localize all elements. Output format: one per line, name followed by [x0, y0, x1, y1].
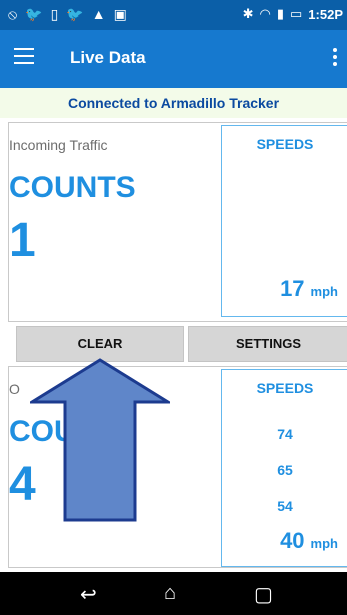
twitter-icon: 🐦	[66, 6, 84, 22]
recents-icon[interactable]: ▢	[254, 582, 273, 607]
wifi-icon: ◠	[259, 6, 271, 21]
status-right-icons: ✱ ◠ ▮ ▭ 1:52P	[243, 6, 343, 22]
annotation-arrow	[30, 358, 170, 522]
image-icon: ▣	[113, 6, 127, 22]
twitter-icon: 🐦	[25, 6, 43, 22]
speeds-box: SPEEDS 74 65 54 40 mph	[221, 369, 347, 567]
current-speed: 17 mph	[280, 276, 338, 301]
status-bar: ⦸ 🐦 ▯ 🐦 ▲ ▣ ✱ ◠ ▮ ▭ 1:52P	[0, 0, 347, 30]
warning-icon: ▲	[91, 6, 106, 22]
speeds-title: SPEEDS	[256, 136, 314, 152]
action-buttons: CLEAR SETTINGS	[16, 326, 347, 362]
phone-icon: ▯	[50, 6, 59, 22]
app-bar: Live Data	[0, 30, 347, 88]
current-speed: 40 mph	[280, 528, 338, 553]
home-icon[interactable]: ⌂	[164, 582, 176, 605]
more-vert-icon[interactable]	[333, 48, 337, 66]
speed-history-item: 74	[277, 426, 293, 442]
speeds-title: SPEEDS	[256, 380, 314, 396]
counts-label: COUNTS	[9, 171, 136, 204]
speed-history-item: 54	[277, 498, 293, 514]
signal-icon: ▮	[276, 6, 284, 21]
connection-banner: Connected to Armadillo Tracker	[0, 88, 347, 118]
speed-history-item: 65	[277, 462, 293, 478]
bluetooth-icon: ✱	[242, 6, 254, 21]
incoming-traffic-label: Incoming Traffic	[9, 137, 108, 153]
speeds-box: SPEEDS 17 mph	[221, 125, 347, 317]
settings-button[interactable]: SETTINGS	[188, 326, 347, 362]
counts-value: 1	[9, 214, 36, 267]
page-title: Live Data	[70, 48, 146, 67]
back-icon[interactable]: ↩	[80, 582, 97, 607]
outgoing-traffic-label: O	[9, 381, 20, 397]
status-left-icons: ⦸ 🐦 ▯ 🐦 ▲ ▣	[8, 6, 127, 23]
status-time: 1:52P	[308, 6, 343, 22]
incoming-traffic-panel: Incoming Traffic COUNTS 1 SPEEDS 17 mph	[8, 122, 347, 322]
menu-icon[interactable]	[14, 48, 34, 64]
battery-icon: ▭	[290, 6, 303, 21]
notification-icon: ⦸	[8, 6, 18, 22]
app-frame: ⦸ 🐦 ▯ 🐦 ▲ ▣ ✱ ◠ ▮ ▭ 1:52P Live Data Conn…	[0, 0, 347, 615]
system-nav-bar: ↩ ⌂ ▢	[0, 572, 347, 615]
clear-button[interactable]: CLEAR	[16, 326, 184, 362]
